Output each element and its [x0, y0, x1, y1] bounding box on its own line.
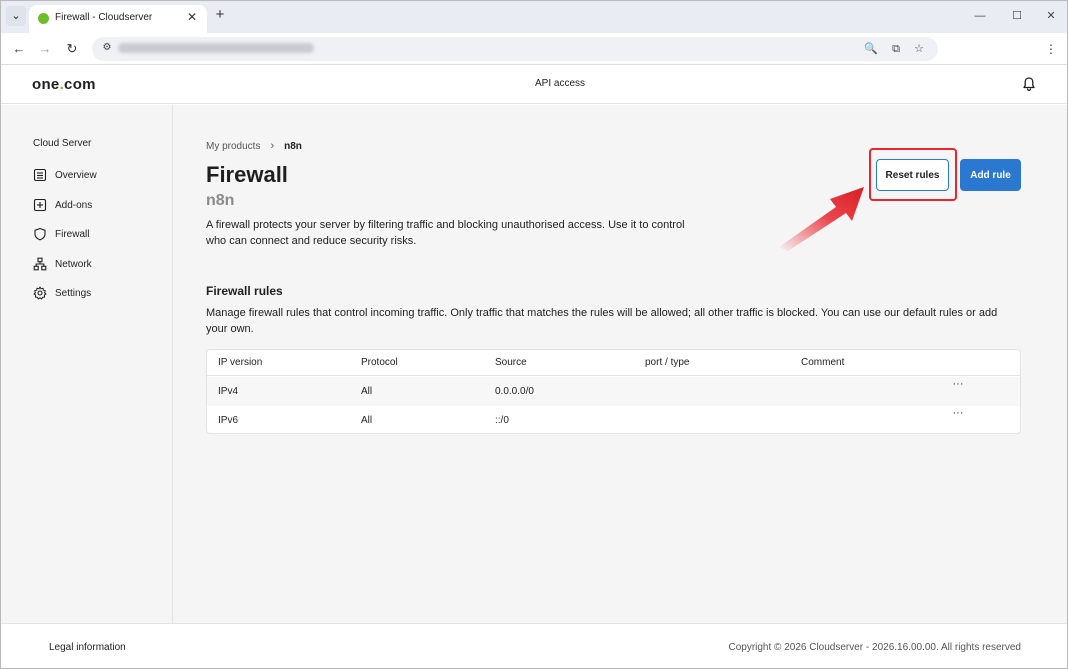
more-options-icon[interactable]: ···	[951, 379, 965, 393]
legal-information-link[interactable]: Legal information	[49, 642, 126, 653]
gear-icon	[33, 286, 47, 300]
table-row: IPv4 All 0.0.0.0/0 ···	[207, 377, 1020, 406]
favicon-icon	[38, 13, 49, 24]
browser-window: ⌄ Firewall - Cloudserver ✕ + — ☐ ✕ ← → ↻…	[0, 0, 1068, 669]
cast-icon[interactable]: ⧉	[889, 42, 903, 56]
address-bar[interactable]: ⚙ 🔍 ⧉ ☆	[92, 37, 938, 61]
column-port-type: port / type	[645, 357, 690, 368]
column-comment: Comment	[801, 357, 845, 368]
column-ip-version: IP version	[218, 357, 263, 368]
content: My products › n8n Firewall n8n A firewal…	[206, 105, 1026, 623]
sidebar-item-label: Overview	[55, 169, 97, 181]
maximize-icon[interactable]: ☐	[1010, 9, 1024, 23]
rules-table: IP version Protocol Source port / type C…	[206, 349, 1021, 434]
browser-toolbar: ← → ↻ ⚙ 🔍 ⧉ ☆ ⋮	[1, 33, 1067, 65]
sidebar-item-overview[interactable]: Overview	[33, 167, 97, 183]
star-icon[interactable]: ☆	[912, 42, 926, 56]
sidebar-item-firewall[interactable]: Firewall	[33, 226, 89, 242]
breadcrumb: My products › n8n	[206, 140, 302, 152]
logo-text: one	[32, 76, 60, 93]
site-info-icon[interactable]: ⚙	[100, 41, 114, 55]
logo-text-end: com	[64, 76, 96, 93]
sidebar-item-label: Network	[55, 258, 92, 270]
page-title: Firewall	[206, 162, 288, 187]
sidebar-item-add-ons[interactable]: Add-ons	[33, 197, 92, 213]
column-protocol: Protocol	[361, 357, 398, 368]
sidebar-item-label: Add-ons	[55, 199, 93, 211]
minimize-icon[interactable]: —	[973, 9, 987, 23]
api-access-link[interactable]: API access	[535, 78, 585, 89]
reload-icon[interactable]: ↻	[64, 41, 80, 57]
cell-ip-version: IPv4	[218, 386, 239, 397]
table-row: IPv6 All ::/0 ···	[207, 406, 1020, 435]
cell-source: ::/0	[495, 415, 509, 426]
sidebar-item-label: Settings	[55, 287, 92, 299]
new-tab-icon[interactable]: +	[213, 7, 227, 22]
add-rule-button[interactable]: Add rule	[960, 159, 1021, 191]
bell-icon[interactable]	[1021, 76, 1037, 92]
table-header: IP version Protocol Source port / type C…	[207, 350, 1020, 376]
copyright-text: Copyright © 2026 Cloudserver - 2026.16.0…	[728, 642, 1021, 653]
cell-source: 0.0.0.0/0	[495, 386, 534, 397]
more-options-icon[interactable]: ···	[951, 408, 965, 422]
close-window-icon[interactable]: ✕	[1044, 9, 1058, 23]
breadcrumb-my-products[interactable]: My products	[206, 141, 260, 152]
page-description: A firewall protects your server by filte…	[206, 219, 685, 247]
chevron-down-icon: ⌄	[11, 9, 21, 22]
zoom-icon[interactable]: 🔍	[864, 42, 878, 56]
rules-section-description: Manage firewall rules that control incom…	[206, 307, 998, 335]
shield-icon	[34, 227, 46, 241]
cell-ip-version: IPv6	[218, 415, 239, 426]
network-icon	[33, 257, 47, 271]
sidebar-item-label: Firewall	[55, 228, 90, 240]
browser-tab[interactable]: Firewall - Cloudserver ✕	[29, 5, 207, 33]
sidebar: Cloud Server Overview Add-ons Firewall N…	[1, 105, 173, 623]
tab-list-button[interactable]: ⌄	[6, 6, 26, 26]
sidebar-item-settings[interactable]: Settings	[33, 285, 91, 301]
page-subtitle: n8n	[206, 192, 235, 209]
cell-protocol: All	[361, 415, 373, 426]
plus-square-icon	[33, 198, 47, 212]
sidebar-title: Cloud Server	[33, 138, 92, 149]
breadcrumb-current: n8n	[284, 140, 302, 152]
close-tab-icon[interactable]: ✕	[185, 10, 199, 24]
logo[interactable]: one.com	[32, 76, 96, 93]
main-area: Cloud Server Overview Add-ons Firewall N…	[1, 105, 1067, 623]
tab-title: Firewall - Cloudserver	[55, 12, 153, 23]
footer: Legal information Copyright © 2026 Cloud…	[1, 623, 1067, 668]
reset-rules-button[interactable]: Reset rules	[876, 159, 949, 191]
annotation-arrow	[779, 187, 864, 251]
back-icon[interactable]: ←	[11, 41, 27, 57]
sidebar-item-network[interactable]: Network	[33, 256, 92, 272]
overview-icon	[33, 168, 47, 182]
browser-menu-icon[interactable]: ⋮	[1044, 41, 1058, 57]
tab-bar: ⌄ Firewall - Cloudserver ✕ + — ☐ ✕	[1, 1, 1067, 33]
cell-protocol: All	[361, 386, 373, 397]
chevron-right-icon: ›	[270, 140, 275, 152]
rules-section-title: Firewall rules	[206, 284, 283, 298]
forward-icon[interactable]: →	[37, 41, 53, 57]
column-source: Source	[495, 357, 527, 368]
url-text-blurred	[118, 43, 314, 53]
site-header: one.com API access	[1, 66, 1067, 104]
